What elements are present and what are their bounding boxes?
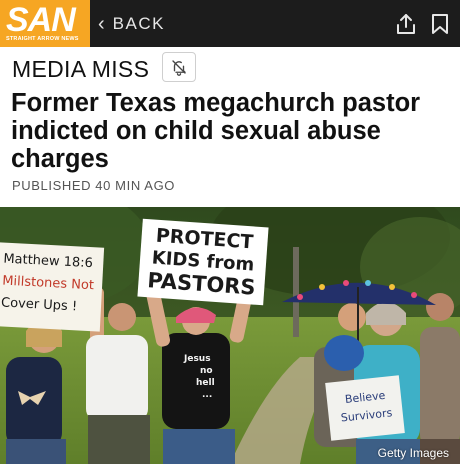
chevron-left-icon: ‹ [98, 13, 105, 35]
mute-notifications-button[interactable] [162, 52, 196, 82]
bell-off-icon [172, 60, 186, 76]
bookmark-icon[interactable] [428, 12, 452, 36]
san-logo[interactable]: SAN STRAIGHT ARROW NEWS [0, 0, 90, 47]
published-time: PUBLISHED 40 MIN AGO [12, 178, 175, 193]
section-label[interactable]: M E DIA MISS [12, 56, 149, 82]
shirt-line-3: hell [196, 378, 215, 388]
section-label-prefix: M [12, 55, 32, 82]
top-bar: SAN STRAIGHT ARROW NEWS ‹ BACK [0, 0, 460, 47]
shirt-line-2: no [200, 366, 213, 376]
shirt-line-4: ... [202, 390, 212, 400]
logo-subtitle: STRAIGHT ARROW NEWS [6, 36, 79, 42]
logo-text: SAN [6, 1, 76, 39]
article-photo[interactable]: PROTECT KIDS from PASTORS Matthew 18:6 M… [0, 207, 460, 464]
section-label-e: E [31, 55, 48, 82]
photo-credit: Getty Images [377, 446, 449, 460]
share-icon[interactable] [394, 12, 418, 36]
back-label: BACK [112, 14, 165, 33]
protest-photo-illustration: PROTECT KIDS from PASTORS Matthew 18:6 M… [0, 207, 460, 464]
back-button[interactable]: ‹ BACK [98, 13, 165, 35]
section-label-suffix: DIA MISS [47, 55, 150, 82]
article-headline: Former Texas megachurch pastor indicted … [11, 89, 421, 173]
shirt-line-1: Jesus [183, 354, 211, 364]
